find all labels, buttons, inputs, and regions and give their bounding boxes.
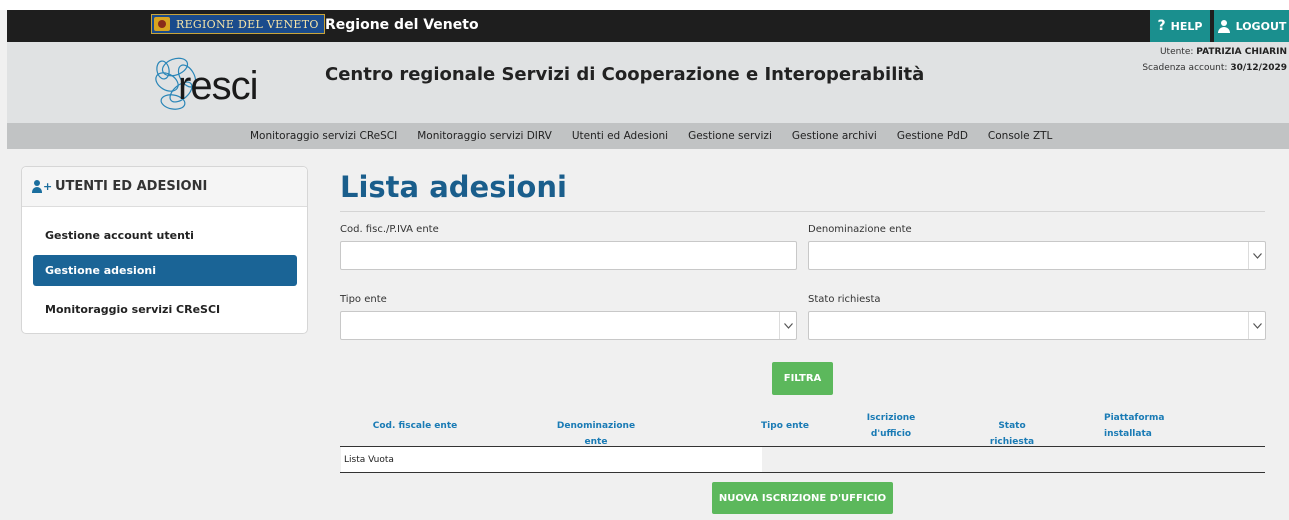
table-empty-row: Lista Vuota	[341, 447, 762, 472]
nav-console-ztl[interactable]: Console ZTL	[988, 130, 1052, 142]
iscrizione-line2: d'ufficio	[870, 429, 912, 439]
tipo-ente-label: Tipo ente	[340, 294, 387, 305]
user-name: PATRIZIA CHIARIN	[1196, 47, 1287, 57]
regione-title: Regione del Veneto	[325, 17, 479, 33]
question-icon: ?	[1157, 18, 1166, 34]
logout-button[interactable]: LOGOUT	[1214, 10, 1289, 42]
regione-logo-text: REGIONE DEL VENETO	[176, 17, 319, 31]
column-header-cod-fiscale[interactable]: Cod. fiscale ente	[370, 418, 460, 434]
codfisc-label: Cod. fisc./P.IVA ente	[340, 224, 439, 235]
user-info: Utente: PATRIZIA CHIARIN Scadenza accoun…	[1142, 44, 1287, 76]
header-title: Centro regionale Servizi di Cooperazione…	[325, 64, 925, 85]
nav-gestione-archivi[interactable]: Gestione archivi	[792, 130, 877, 142]
logout-label: LOGOUT	[1235, 19, 1287, 33]
nav-gestione-pdd[interactable]: Gestione PdD	[897, 130, 968, 142]
top-bar: REGIONE DEL VENETO Regione del Veneto ? …	[7, 10, 1289, 42]
add-user-icon: +	[32, 180, 52, 193]
expiry-date: 30/12/2029	[1230, 63, 1287, 73]
chevron-down-icon[interactable]	[1248, 312, 1265, 339]
stato-richiesta-select[interactable]	[808, 311, 1266, 340]
app-window: REGIONE DEL VENETO Regione del Veneto ? …	[0, 0, 1289, 520]
sidebar-title: UTENTI ED ADESIONI	[55, 179, 208, 194]
nav-utenti-adesioni[interactable]: Utenti ed Adesioni	[572, 130, 668, 142]
denominazione-label: Denominazione ente	[808, 224, 912, 235]
filter-button[interactable]: FILTRA	[772, 362, 833, 395]
user-icon	[1217, 19, 1231, 33]
expiry-label: Scadenza account:	[1142, 63, 1228, 73]
help-button[interactable]: ? HELP	[1150, 10, 1210, 42]
sidebar: + UTENTI ED ADESIONI Gestione account ut…	[21, 166, 308, 334]
codfisc-input[interactable]	[340, 241, 797, 270]
denominazione-select[interactable]	[808, 241, 1266, 270]
help-label: HELP	[1170, 19, 1203, 33]
chevron-down-icon[interactable]	[1248, 242, 1265, 269]
piattaforma-line2: installata	[1104, 429, 1152, 439]
nav-gestione-servizi[interactable]: Gestione servizi	[688, 130, 772, 142]
nav-monitoraggio-dirv[interactable]: Monitoraggio servizi DIRV	[417, 130, 552, 142]
iscrizione-line1: Iscrizione	[866, 413, 916, 423]
sidebar-item-gestione-adesioni[interactable]: Gestione adesioni	[33, 255, 297, 286]
site-header: resci Centro regionale Servizi di Cooper…	[7, 42, 1289, 123]
sidebar-item-gestione-account[interactable]: Gestione account utenti	[33, 220, 297, 251]
sidebar-header: + UTENTI ED ADESIONI	[22, 167, 307, 207]
stato-richiesta-label: Stato richiesta	[808, 294, 881, 305]
tipo-ente-select[interactable]	[340, 311, 797, 340]
column-header-tipo-ente[interactable]: Tipo ente	[760, 418, 810, 434]
chevron-down-icon[interactable]	[779, 312, 796, 339]
piattaforma-line1: Piattaforma	[1104, 413, 1165, 423]
lion-emblem-icon	[154, 17, 170, 31]
user-label: Utente:	[1159, 47, 1194, 57]
column-header-iscrizione[interactable]: Iscrizione d'ufficio	[856, 410, 926, 442]
column-header-piattaforma[interactable]: Piattaforma installata	[1104, 410, 1184, 442]
nav-monitoraggio-cresci[interactable]: Monitoraggio servizi CReSCI	[250, 130, 397, 142]
main-nav: Monitoraggio servizi CReSCI Monitoraggio…	[7, 123, 1289, 149]
regione-veneto-logo[interactable]: REGIONE DEL VENETO	[151, 14, 325, 34]
divider	[340, 211, 1265, 212]
page-title: Lista adesioni	[340, 170, 567, 204]
cresci-wordmark: resci	[178, 64, 258, 108]
top-edge	[0, 0, 1289, 10]
table-bottom-rule	[340, 472, 1265, 473]
sidebar-item-monitoraggio-cresci[interactable]: Monitoraggio servizi CReSCI	[33, 294, 297, 325]
new-registration-button[interactable]: NUOVA ISCRIZIONE D'UFFICIO	[712, 482, 893, 514]
